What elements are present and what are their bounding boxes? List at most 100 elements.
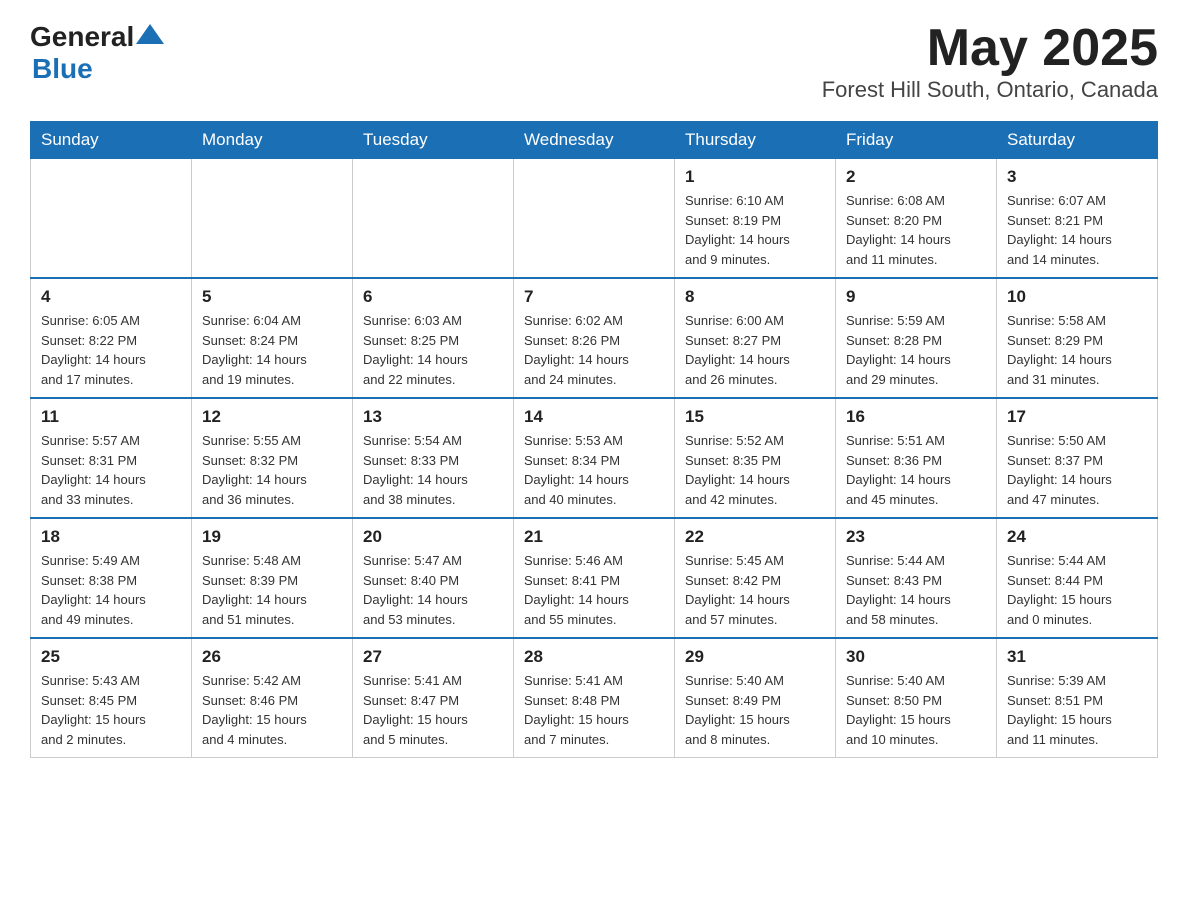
day-info: Sunrise: 5:55 AM Sunset: 8:32 PM Dayligh… — [202, 431, 342, 509]
day-number: 5 — [202, 287, 342, 307]
page-header: General Blue May 2025 Forest Hill South,… — [30, 20, 1158, 103]
day-number: 14 — [524, 407, 664, 427]
day-info: Sunrise: 5:41 AM Sunset: 8:47 PM Dayligh… — [363, 671, 503, 749]
calendar-cell: 25 Sunrise: 5:43 AM Sunset: 8:45 PM Dayli… — [31, 638, 192, 758]
day-number: 18 — [41, 527, 181, 547]
day-number: 12 — [202, 407, 342, 427]
day-number: 8 — [685, 287, 825, 307]
logo-general: General — [30, 21, 134, 53]
day-number: 21 — [524, 527, 664, 547]
day-number: 29 — [685, 647, 825, 667]
day-info: Sunrise: 5:40 AM Sunset: 8:49 PM Dayligh… — [685, 671, 825, 749]
day-info: Sunrise: 6:10 AM Sunset: 8:19 PM Dayligh… — [685, 191, 825, 269]
day-info: Sunrise: 5:53 AM Sunset: 8:34 PM Dayligh… — [524, 431, 664, 509]
day-info: Sunrise: 6:03 AM Sunset: 8:25 PM Dayligh… — [363, 311, 503, 389]
day-number: 1 — [685, 167, 825, 187]
day-number: 2 — [846, 167, 986, 187]
calendar-cell: 31 Sunrise: 5:39 AM Sunset: 8:51 PM Dayli… — [997, 638, 1158, 758]
day-number: 15 — [685, 407, 825, 427]
calendar-cell: 17Sunrise: 5:50 AM Sunset: 8:37 PM Dayli… — [997, 398, 1158, 518]
day-info: Sunrise: 5:44 AM Sunset: 8:44 PM Dayligh… — [1007, 551, 1147, 629]
calendar-cell: 21 Sunrise: 5:46 AM Sunset: 8:41 PM Dayli… — [514, 518, 675, 638]
calendar-cell: 23Sunrise: 5:44 AM Sunset: 8:43 PM Dayli… — [836, 518, 997, 638]
calendar-cell: 24 Sunrise: 5:44 AM Sunset: 8:44 PM Dayli… — [997, 518, 1158, 638]
calendar-cell — [31, 159, 192, 279]
weekday-header-tuesday: Tuesday — [353, 122, 514, 159]
calendar-cell: 16 Sunrise: 5:51 AM Sunset: 8:36 PM Dayli… — [836, 398, 997, 518]
calendar-cell: 11Sunrise: 5:57 AM Sunset: 8:31 PM Dayli… — [31, 398, 192, 518]
calendar-week-3: 11Sunrise: 5:57 AM Sunset: 8:31 PM Dayli… — [31, 398, 1158, 518]
calendar-cell: 4Sunrise: 6:05 AM Sunset: 8:22 PM Daylig… — [31, 278, 192, 398]
day-number: 27 — [363, 647, 503, 667]
day-number: 19 — [202, 527, 342, 547]
day-info: Sunrise: 5:46 AM Sunset: 8:41 PM Dayligh… — [524, 551, 664, 629]
day-number: 25 — [41, 647, 181, 667]
calendar-cell: 7 Sunrise: 6:02 AM Sunset: 8:26 PM Daylig… — [514, 278, 675, 398]
day-info: Sunrise: 5:39 AM Sunset: 8:51 PM Dayligh… — [1007, 671, 1147, 749]
day-info: Sunrise: 5:57 AM Sunset: 8:31 PM Dayligh… — [41, 431, 181, 509]
weekday-header-thursday: Thursday — [675, 122, 836, 159]
day-info: Sunrise: 5:54 AM Sunset: 8:33 PM Dayligh… — [363, 431, 503, 509]
logo-blue: Blue — [32, 53, 93, 85]
calendar-cell: 8 Sunrise: 6:00 AM Sunset: 8:27 PM Daylig… — [675, 278, 836, 398]
day-number: 10 — [1007, 287, 1147, 307]
day-info: Sunrise: 5:42 AM Sunset: 8:46 PM Dayligh… — [202, 671, 342, 749]
day-info: Sunrise: 6:02 AM Sunset: 8:26 PM Dayligh… — [524, 311, 664, 389]
calendar-cell: 29 Sunrise: 5:40 AM Sunset: 8:49 PM Dayli… — [675, 638, 836, 758]
day-info: Sunrise: 5:52 AM Sunset: 8:35 PM Dayligh… — [685, 431, 825, 509]
day-number: 28 — [524, 647, 664, 667]
calendar-cell: 18 Sunrise: 5:49 AM Sunset: 8:38 PM Dayli… — [31, 518, 192, 638]
calendar-cell: 27 Sunrise: 5:41 AM Sunset: 8:47 PM Dayli… — [353, 638, 514, 758]
title-block: May 2025 Forest Hill South, Ontario, Can… — [822, 20, 1158, 103]
calendar-cell: 14 Sunrise: 5:53 AM Sunset: 8:34 PM Dayli… — [514, 398, 675, 518]
day-info: Sunrise: 5:58 AM Sunset: 8:29 PM Dayligh… — [1007, 311, 1147, 389]
day-number: 26 — [202, 647, 342, 667]
day-number: 22 — [685, 527, 825, 547]
calendar-cell: 1 Sunrise: 6:10 AM Sunset: 8:19 PM Daylig… — [675, 159, 836, 279]
day-info: Sunrise: 5:47 AM Sunset: 8:40 PM Dayligh… — [363, 551, 503, 629]
weekday-header-saturday: Saturday — [997, 122, 1158, 159]
calendar-cell: 10 Sunrise: 5:58 AM Sunset: 8:29 PM Dayli… — [997, 278, 1158, 398]
day-number: 31 — [1007, 647, 1147, 667]
day-number: 30 — [846, 647, 986, 667]
calendar-week-4: 18 Sunrise: 5:49 AM Sunset: 8:38 PM Dayli… — [31, 518, 1158, 638]
day-number: 7 — [524, 287, 664, 307]
calendar-cell: 5 Sunrise: 6:04 AM Sunset: 8:24 PM Daylig… — [192, 278, 353, 398]
day-info: Sunrise: 6:04 AM Sunset: 8:24 PM Dayligh… — [202, 311, 342, 389]
weekday-header-sunday: Sunday — [31, 122, 192, 159]
day-number: 20 — [363, 527, 503, 547]
day-info: Sunrise: 5:48 AM Sunset: 8:39 PM Dayligh… — [202, 551, 342, 629]
day-number: 9 — [846, 287, 986, 307]
calendar-header-row: SundayMondayTuesdayWednesdayThursdayFrid… — [31, 122, 1158, 159]
calendar-cell: 15 Sunrise: 5:52 AM Sunset: 8:35 PM Dayli… — [675, 398, 836, 518]
logo-triangle-icon — [136, 20, 164, 48]
calendar-cell: 28 Sunrise: 5:41 AM Sunset: 8:48 PM Dayli… — [514, 638, 675, 758]
calendar-cell — [514, 159, 675, 279]
calendar-cell: 6 Sunrise: 6:03 AM Sunset: 8:25 PM Daylig… — [353, 278, 514, 398]
day-number: 6 — [363, 287, 503, 307]
day-info: Sunrise: 6:07 AM Sunset: 8:21 PM Dayligh… — [1007, 191, 1147, 269]
day-info: Sunrise: 6:08 AM Sunset: 8:20 PM Dayligh… — [846, 191, 986, 269]
day-number: 4 — [41, 287, 181, 307]
calendar-cell: 30 Sunrise: 5:40 AM Sunset: 8:50 PM Dayli… — [836, 638, 997, 758]
day-info: Sunrise: 5:40 AM Sunset: 8:50 PM Dayligh… — [846, 671, 986, 749]
calendar-cell: 20 Sunrise: 5:47 AM Sunset: 8:40 PM Dayli… — [353, 518, 514, 638]
calendar-cell: 22Sunrise: 5:45 AM Sunset: 8:42 PM Dayli… — [675, 518, 836, 638]
weekday-header-wednesday: Wednesday — [514, 122, 675, 159]
calendar-cell — [353, 159, 514, 279]
calendar-week-1: 1 Sunrise: 6:10 AM Sunset: 8:19 PM Daylig… — [31, 159, 1158, 279]
calendar-cell — [192, 159, 353, 279]
logo: General Blue — [30, 20, 164, 85]
calendar-cell: 13Sunrise: 5:54 AM Sunset: 8:33 PM Dayli… — [353, 398, 514, 518]
day-info: Sunrise: 5:49 AM Sunset: 8:38 PM Dayligh… — [41, 551, 181, 629]
day-info: Sunrise: 5:51 AM Sunset: 8:36 PM Dayligh… — [846, 431, 986, 509]
calendar-table: SundayMondayTuesdayWednesdayThursdayFrid… — [30, 121, 1158, 758]
calendar-cell: 26 Sunrise: 5:42 AM Sunset: 8:46 PM Dayli… — [192, 638, 353, 758]
calendar-cell: 12 Sunrise: 5:55 AM Sunset: 8:32 PM Dayli… — [192, 398, 353, 518]
calendar-week-2: 4Sunrise: 6:05 AM Sunset: 8:22 PM Daylig… — [31, 278, 1158, 398]
day-number: 16 — [846, 407, 986, 427]
day-info: Sunrise: 5:41 AM Sunset: 8:48 PM Dayligh… — [524, 671, 664, 749]
day-number: 24 — [1007, 527, 1147, 547]
day-info: Sunrise: 5:43 AM Sunset: 8:45 PM Dayligh… — [41, 671, 181, 749]
day-info: Sunrise: 6:00 AM Sunset: 8:27 PM Dayligh… — [685, 311, 825, 389]
